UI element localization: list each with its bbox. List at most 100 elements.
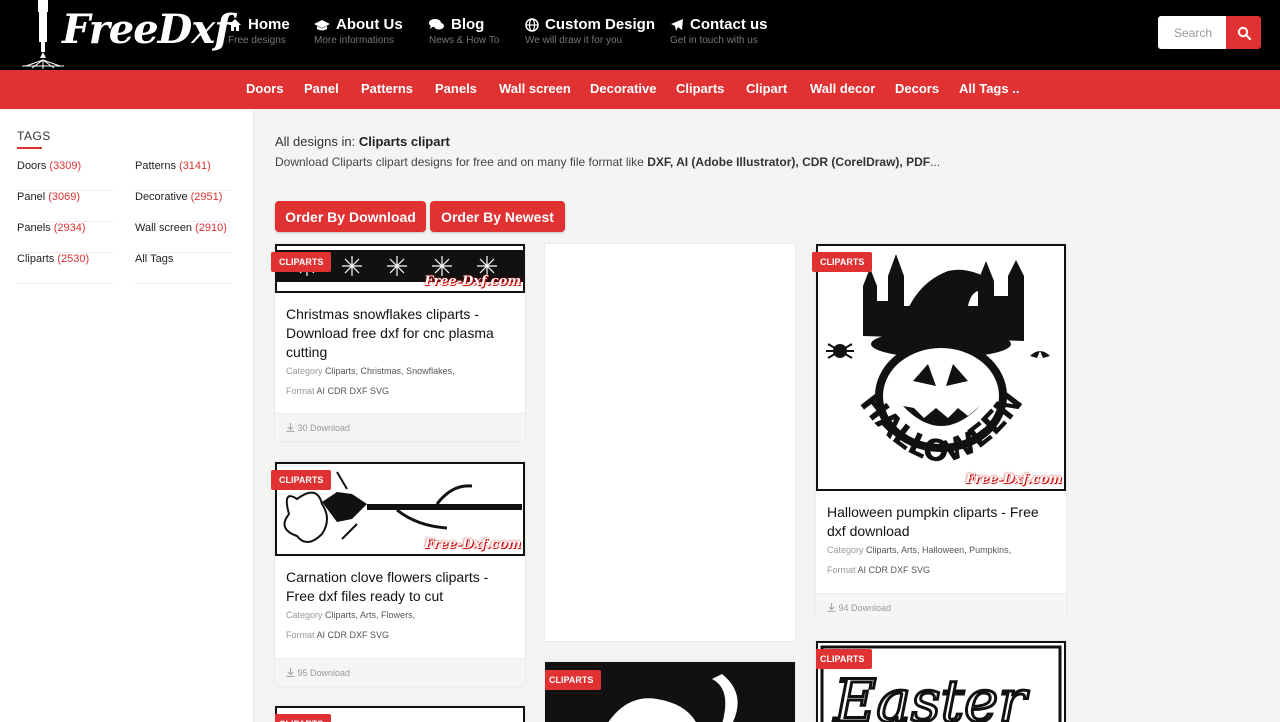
description-prefix: Download Cliparts clipart designs for fr… [275, 155, 644, 169]
category-decors[interactable]: Decors [895, 81, 939, 96]
nav-home-label: Home [248, 16, 290, 33]
card-title[interactable]: Christmas snowflakes cliparts - Download… [286, 305, 514, 362]
tag-name: All Tags [135, 253, 174, 265]
design-thumbnail[interactable]: HALLOWEEN Free-Dxf.com [816, 244, 1066, 491]
tag-count: (3069) [48, 191, 80, 203]
download-count: 94 Download [838, 603, 892, 613]
tag-name: Cliparts [17, 253, 55, 265]
tag-wall-screen[interactable]: Wall screen (2910) [135, 222, 231, 253]
page-description: Download Cliparts clipart designs for fr… [275, 155, 940, 169]
search-input[interactable] [1158, 16, 1226, 49]
tag-decorative[interactable]: Decorative (2951) [135, 191, 231, 222]
category-patterns[interactable]: Patterns [361, 81, 413, 96]
design-card-carnation-flowers[interactable]: Free-Dxf.com CLIPARTS Carnation clove fl… [271, 462, 525, 686]
nav-about-label: About Us [336, 16, 403, 33]
card-title[interactable]: Carnation clove flowers cliparts - Free … [286, 568, 514, 606]
order-by-newest-button[interactable]: Order By Newest [430, 201, 565, 232]
card-categories: Category Cliparts, Arts, Flowers, [286, 610, 415, 620]
tags-sidebar: TAGS Doors (3309) Patterns (3141) Panel … [0, 109, 254, 722]
tags-title-underline [17, 147, 42, 149]
category-cliparts[interactable]: Cliparts [676, 81, 724, 96]
category-bar: Doors Panel Patterns Panels Wall screen … [0, 70, 1280, 109]
tag-panels[interactable]: Panels (2934) [17, 222, 113, 253]
card-title[interactable]: Halloween pumpkin cliparts - Free dxf do… [827, 503, 1055, 541]
tag-count: (2934) [53, 222, 86, 234]
nav-about-us[interactable]: About Us More informations [314, 16, 403, 46]
tag-count: (2951) [190, 191, 223, 203]
tag-cliparts[interactable]: Cliparts (2530) [17, 253, 113, 284]
format-list: AI CDR DXF SVG [857, 565, 931, 575]
design-card-partial[interactable]: CLIPARTS [275, 706, 525, 722]
category-links[interactable]: Cliparts, Arts, Flowers, [325, 610, 415, 620]
category-badge[interactable]: CLIPARTS [816, 649, 873, 669]
tags-title: TAGS [17, 129, 51, 143]
top-header: FreeDxf Home Free designs About Us More … [0, 0, 1280, 70]
nav-contact-us[interactable]: Contact us Get in touch with us [670, 16, 768, 46]
category-badge[interactable]: CLIPARTS [271, 252, 332, 272]
graduation-cap-icon [314, 19, 330, 30]
card-footer: 94 Download [816, 593, 1066, 621]
tag-count: (2910) [195, 222, 227, 234]
nav-home-sub: Free designs [228, 35, 286, 46]
download-count: 95 Download [297, 668, 351, 678]
category-badge[interactable]: CLIPARTS [275, 714, 332, 722]
category-panels[interactable]: Panels [435, 81, 477, 96]
nav-contact-sub: Get in touch with us [670, 35, 758, 46]
tag-panel[interactable]: Panel (3069) [17, 191, 113, 222]
category-label: Category [286, 366, 323, 376]
tag-name: Wall screen [135, 222, 193, 234]
download-icon [827, 603, 836, 613]
order-by-download-button[interactable]: Order By Download [275, 201, 426, 232]
category-wall-screen[interactable]: Wall screen [499, 81, 571, 96]
design-card-christmas-snowflakes[interactable]: Free-Dxf.com CLIPARTS Christmas snowflak… [271, 244, 525, 441]
nav-home[interactable]: Home Free designs [228, 16, 290, 46]
card-formats: Format AI CDR DXF SVG [827, 565, 930, 575]
design-card-halloween-pumpkin[interactable]: HALLOWEEN Free-Dxf.com CLIPARTS Hallowee… [812, 244, 1066, 621]
category-all-tags[interactable]: All Tags .. [959, 81, 1019, 96]
heading-prefix: All designs in: [275, 134, 356, 149]
format-list: AI CDR DXF SVG [316, 630, 390, 640]
globe-icon [525, 17, 539, 32]
card-footer: 30 Download [275, 413, 525, 441]
design-card-easter[interactable]: Easter CLIPARTS [816, 641, 1066, 722]
category-decorative[interactable]: Decorative [590, 81, 656, 96]
nav-custom-label: Custom Design [545, 16, 656, 33]
search-button[interactable] [1226, 16, 1261, 49]
easter-text: Easter [833, 667, 1029, 722]
category-label: Category [286, 610, 323, 620]
page-heading: All designs in: Cliparts clipart [275, 134, 450, 149]
watermark: Free-Dxf.com [965, 472, 1062, 487]
tag-doors[interactable]: Doors (3309) [17, 160, 113, 191]
site-logo[interactable]: FreeDxf [18, 0, 231, 70]
category-badge[interactable]: CLIPARTS [271, 470, 332, 490]
format-label: Format [827, 565, 856, 575]
category-badge[interactable]: CLIPARTS [545, 670, 602, 690]
tag-patterns[interactable]: Patterns (3141) [135, 160, 231, 191]
category-badge[interactable]: CLIPARTS [812, 252, 873, 272]
watermark: Free-Dxf.com [424, 537, 521, 552]
paper-plane-icon [671, 18, 683, 31]
format-list: AI CDR DXF SVG [316, 386, 390, 396]
nav-blog[interactable]: Blog News & How To [429, 16, 499, 46]
tag-count: (3141) [179, 160, 211, 172]
category-panel[interactable]: Panel [304, 81, 339, 96]
nav-custom-design[interactable]: Custom Design We will draw it for you [525, 16, 655, 46]
download-icon [286, 668, 295, 678]
category-doors[interactable]: Doors [246, 81, 284, 96]
tag-name: Doors [17, 160, 47, 172]
tag-name: Panels [17, 222, 51, 234]
design-card-partial-middle[interactable]: CLIPARTS [545, 662, 795, 722]
search-icon [1237, 26, 1251, 40]
category-links[interactable]: Cliparts, Christmas, Snowflakes, [325, 366, 455, 376]
tag-name: Panel [17, 191, 46, 203]
download-count: 30 Download [297, 423, 351, 433]
tag-all-tags[interactable]: All Tags [135, 253, 231, 284]
tag-count: (3309) [49, 160, 82, 172]
card-formats: Format AI CDR DXF SVG [286, 386, 389, 396]
category-clipart[interactable]: Clipart [746, 81, 787, 96]
download-icon [286, 423, 295, 433]
nav-blog-sub: News & How To [429, 35, 500, 46]
category-wall-decor[interactable]: Wall decor [810, 81, 875, 96]
plasma-torch-icon [22, 0, 64, 69]
category-links[interactable]: Cliparts, Arts, Halloween, Pumpkins, [866, 545, 1011, 555]
